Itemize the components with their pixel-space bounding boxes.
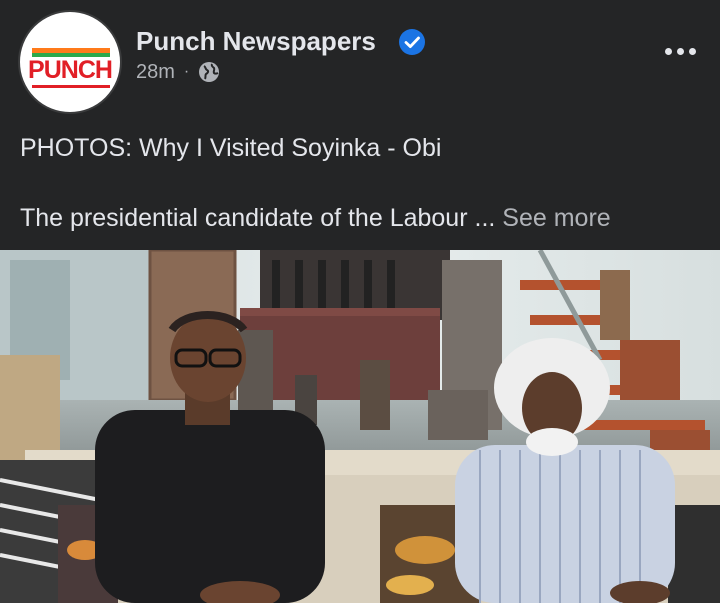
logo-stripe-red	[32, 85, 110, 88]
verified-badge-icon	[399, 29, 425, 55]
page-name-link[interactable]: Punch Newspapers	[136, 26, 376, 57]
see-more-link[interactable]: See more	[502, 204, 610, 232]
page-avatar[interactable]: PUNCH	[18, 10, 122, 114]
meta-separator: ·	[183, 63, 190, 80]
more-options-button[interactable]	[662, 36, 698, 66]
punch-logo-text: PUNCH	[28, 56, 113, 84]
photo-illustration	[0, 250, 720, 603]
post-header: PUNCH Punch Newspapers 28m ·	[0, 0, 720, 120]
globe-icon	[199, 62, 220, 82]
excerpt-ellipsis: ...	[474, 204, 496, 232]
more-dot	[676, 47, 684, 55]
post-meta: 28m ·	[136, 60, 220, 84]
more-dot	[688, 47, 696, 55]
post-photo[interactable]	[0, 250, 720, 603]
post-excerpt-line: The presidential candidate of the Labour…	[20, 204, 611, 233]
post-headline: PHOTOS: Why I Visited Soyinka - Obi	[20, 134, 442, 162]
post-timestamp[interactable]: 28m	[136, 61, 175, 84]
post-excerpt: The presidential candidate of the Labour	[20, 204, 468, 232]
more-dot	[664, 47, 672, 55]
